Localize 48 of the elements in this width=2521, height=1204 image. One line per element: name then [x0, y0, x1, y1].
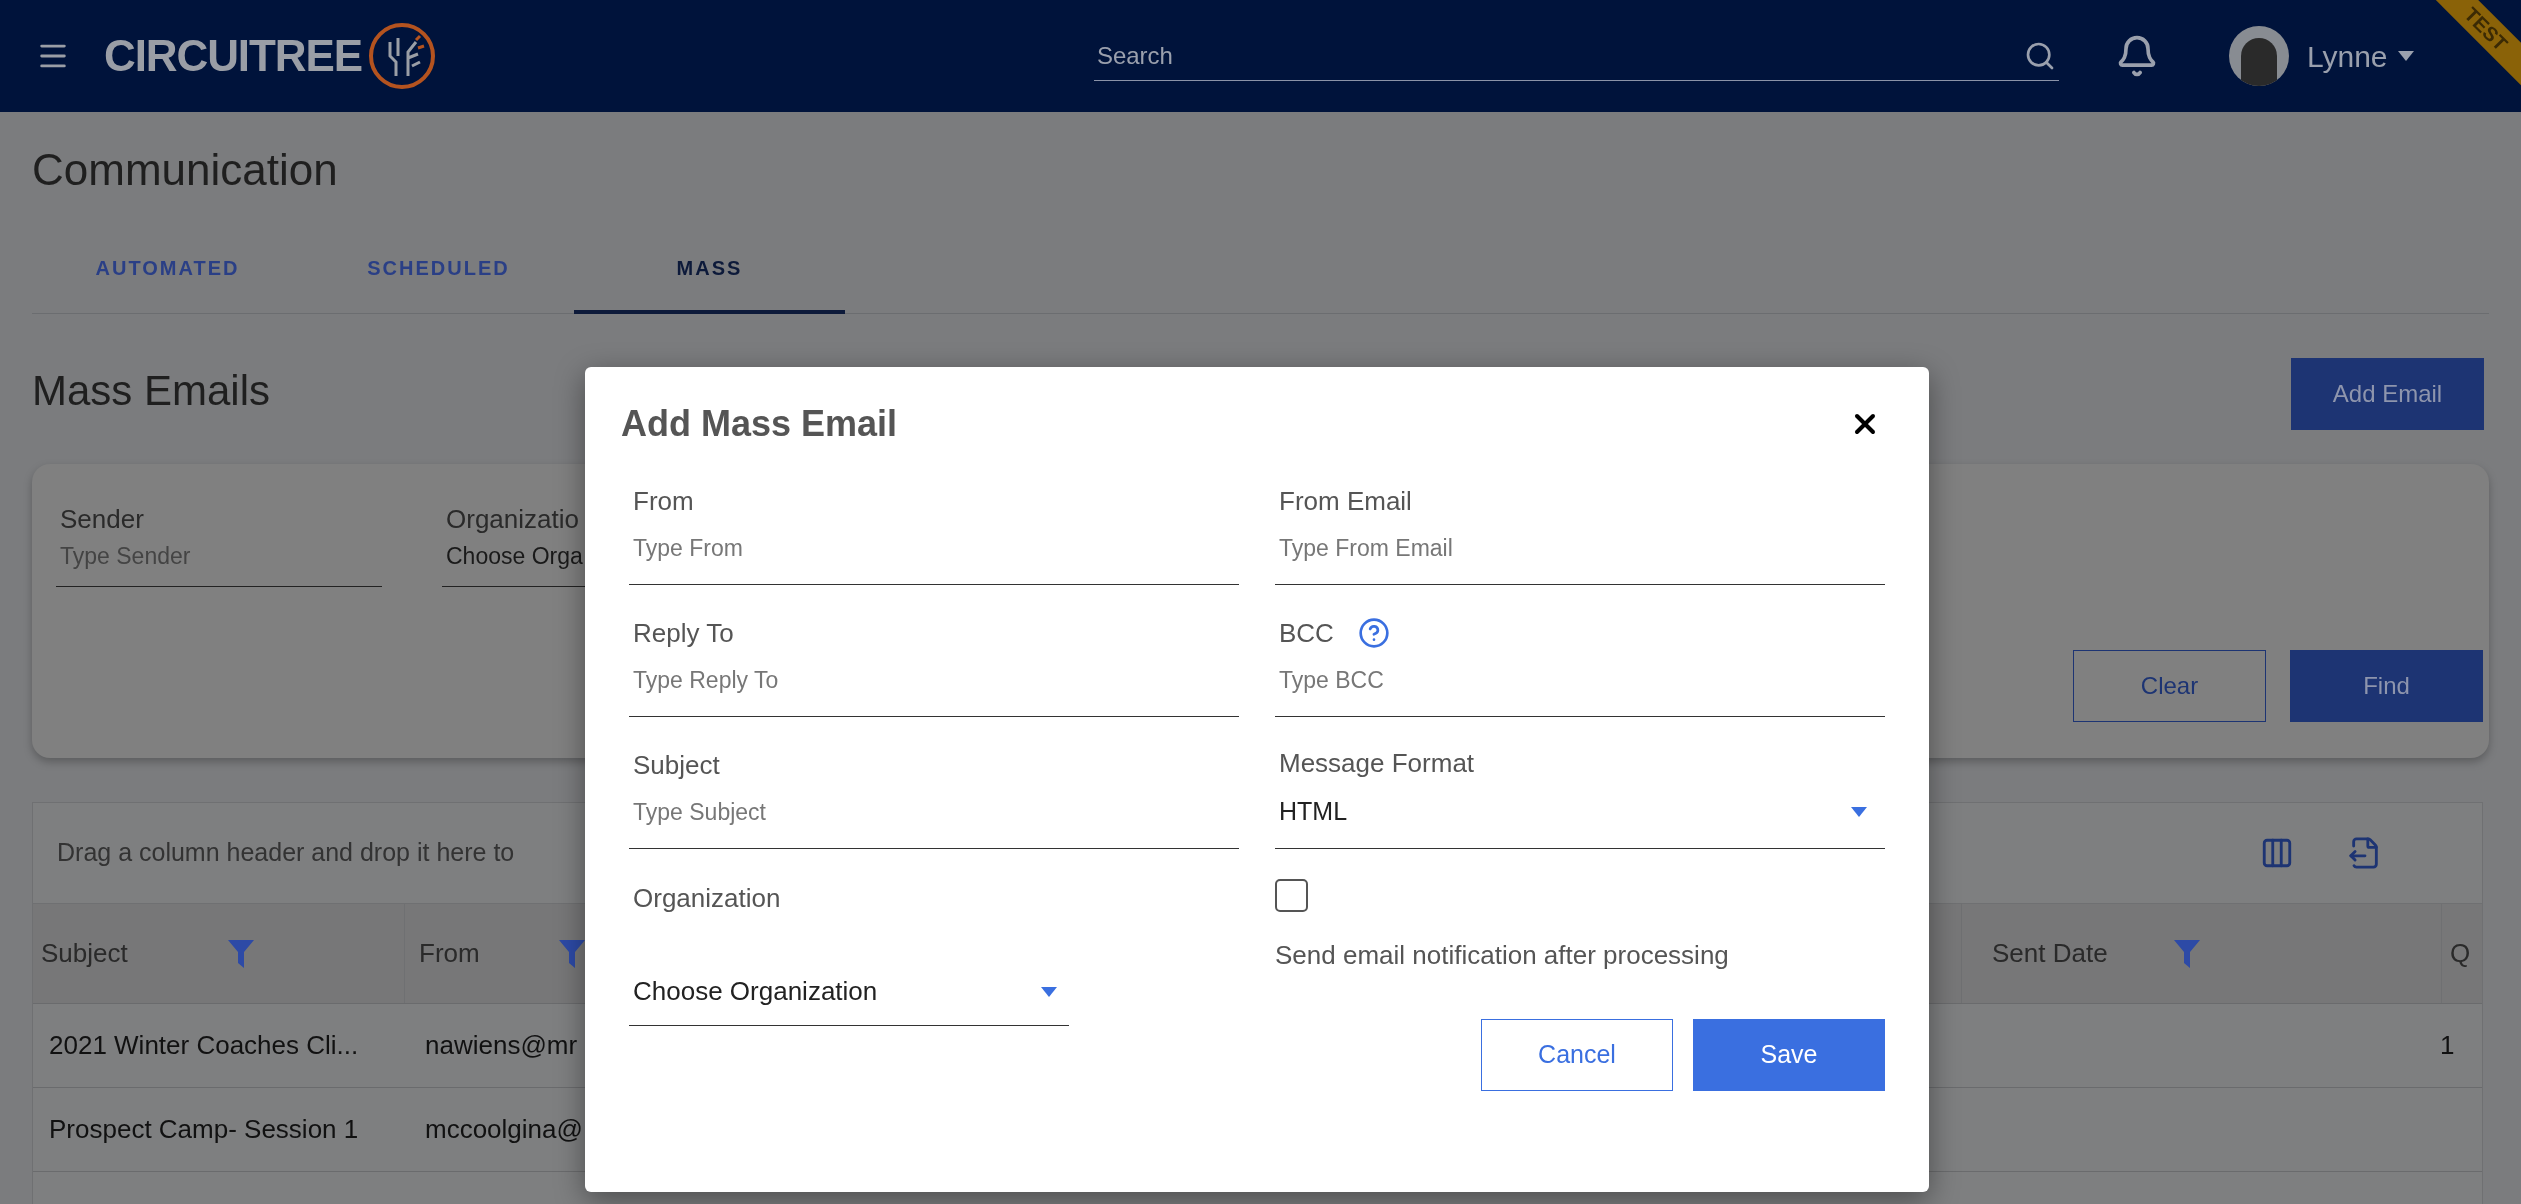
group-hint: Drag a column header and drop it here to	[57, 837, 515, 869]
text-field[interactable]: Type From Email	[1279, 530, 1881, 566]
tab[interactable]: SCHEDULED	[303, 226, 574, 314]
text-field[interactable]: Type Subject	[633, 794, 1235, 830]
logo-icon	[367, 22, 436, 90]
columns-icon[interactable]	[2260, 836, 2294, 870]
field-label: Subject	[633, 748, 720, 782]
table-cell-text: nawiens@mr	[425, 1029, 579, 1062]
page-title: Communication	[32, 148, 339, 192]
tab[interactable]: MASS	[574, 226, 845, 314]
field-label: From Email	[1279, 484, 1412, 518]
text-field[interactable]: Type Reply To	[633, 662, 1235, 698]
column-header[interactable]: Sent Date	[1961, 904, 2441, 1003]
organization-select[interactable]: Choose Organization	[629, 972, 1069, 1026]
clear-button[interactable]: Clear	[2073, 650, 2266, 722]
column-header[interactable]: Subject	[33, 904, 405, 1003]
caret-icon	[1041, 986, 1057, 997]
field-label: Sender	[59, 503, 145, 536]
column-header[interactable]: Q	[2441, 904, 2471, 1003]
text-field[interactable]: Type BCC	[1279, 662, 1881, 698]
caret-icon	[2397, 51, 2414, 61]
caret-icon	[1851, 807, 1867, 817]
search-field[interactable]: Search	[1096, 37, 1797, 74]
organization-label: Organization	[632, 882, 782, 915]
logo-text: CIRCUITREE	[104, 30, 362, 82]
save-button[interactable]: Save	[1693, 1019, 1885, 1091]
tab[interactable]: AUTOMATED	[32, 226, 303, 314]
find-button[interactable]: Find	[2290, 650, 2483, 722]
table-cell-text: Prospect Camp- Session 1	[48, 1113, 360, 1146]
text-field[interactable]: Type From	[633, 530, 1235, 566]
notify-checkbox[interactable]	[1275, 879, 1308, 912]
add-email-button[interactable]: Add Email	[2291, 358, 2484, 430]
notify-label: Send email notification after processing	[1275, 939, 1730, 972]
column-header[interactable]: From	[405, 904, 585, 1003]
cancel-button[interactable]: Cancel	[1481, 1019, 1673, 1091]
field-label: BCC	[1279, 616, 1334, 650]
table-cell-text: mccoolgina@	[425, 1113, 584, 1146]
field-label: Organizatio	[445, 503, 580, 536]
table-cell-text: 2021 Winter Coaches Cli...	[48, 1029, 360, 1062]
help-icon[interactable]	[1357, 617, 1390, 650]
section-title: Mass Emails	[32, 365, 271, 416]
format-select[interactable]: Message Format HTML	[1275, 717, 1885, 849]
user-menu[interactable]: Lynne	[2306, 33, 2414, 79]
field-label: From	[633, 484, 694, 518]
field-label: Reply To	[633, 616, 734, 650]
dialog-title: Add Mass Email	[621, 402, 898, 446]
table-cell-text: 1	[2440, 1029, 2455, 1062]
sender-field[interactable]: Type Sender	[56, 539, 382, 574]
